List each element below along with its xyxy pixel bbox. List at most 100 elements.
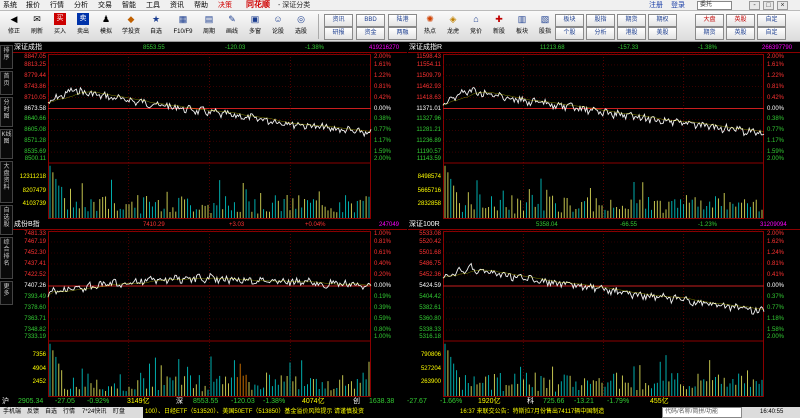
f10-button[interactable]: ▦ F10/F9 [170,12,196,41]
status-monitor[interactable]: 盯盘 [113,407,125,418]
menu-item-smart[interactable]: 智能 [122,1,136,10]
fund-flow-button[interactable]: 资金 [356,27,385,40]
news-ticker[interactable]: 100）、日经ETF（513520）、美国50ETF（513850）基金溢价风险… [143,407,458,418]
simulate-button[interactable]: ♟ 模拟 [96,12,116,41]
options-button[interactable]: 期权 [648,14,677,27]
volume-axis-label: 8207479 [22,187,46,194]
futures-market-button[interactable]: 期货 [695,27,724,40]
bbd-button[interactable]: BBD [356,14,385,27]
register-link[interactable]: 注册 [649,1,663,10]
summary-value: -120.03 [231,398,255,405]
sidebar-tab-more[interactable]: 更多 [0,281,13,305]
intraday-chart [47,53,372,219]
sidebar-tab-kline[interactable]: K线图 [0,129,13,159]
uk-stock-button[interactable]: 英股 [726,14,755,27]
status-market[interactable]: 行情 [63,407,75,418]
watchlist-button[interactable]: ★ 自选 [146,12,166,41]
volume-axis-label: 527204 [420,365,441,372]
multi-window-button[interactable]: ▣ 多窗 [245,12,265,41]
news-alert[interactable]: 16:37 来联交公告：特斯拉7月份售出74117辆中国制造 [458,407,662,418]
stock-index-button[interactable]: 股指 [586,14,615,27]
sidebar-tab-timeshare[interactable]: 分时图 [0,97,13,127]
chart-panel-sz100r[interactable]: 深证100R 5358.04 -66.55 -1.23% 31209094 55… [408,220,800,397]
menu-item-analysis[interactable]: 分析 [74,1,88,10]
price-axis-label: 11554.11 [416,61,441,68]
research-button[interactable]: 研报 [324,27,353,40]
app-logo: 同花顺 [246,0,270,9]
menu-item-help[interactable]: 帮助 [194,1,208,10]
refresh-button[interactable]: ✉ 刷新 [27,12,47,41]
status-flash-news[interactable]: 7*24快讯 [82,407,106,418]
board-button[interactable]: 板块 [555,14,584,27]
discuss-button[interactable]: ☺ 论股 [268,12,288,41]
menu-item-decision[interactable]: 决策 [218,1,232,10]
fix-button[interactable]: ◀ 修正 [4,12,24,41]
price-axis-label: 5424.59 [419,283,441,289]
analysis-button[interactable]: 分析 [586,27,615,40]
menu-item-tools[interactable]: 工具 [146,1,160,10]
summary-value: 2905.34 [18,398,44,405]
summary-value: -1.66% [440,398,463,405]
single-stock-button[interactable]: 个股 [555,27,584,40]
index-button[interactable]: ▧ 股指 [535,12,555,41]
hotspot-button[interactable]: ✺ 热点 [420,12,440,41]
futures-button[interactable]: 期货 [617,14,646,27]
uk-board-button[interactable]: 英股 [726,27,755,40]
stock-picker-button[interactable]: ◎ 选股 [291,12,311,41]
custom-button[interactable]: 自定 [757,14,786,27]
hk-connect-button[interactable]: 陆港 [388,14,417,27]
summary-value: -1.38% [263,398,286,405]
price-axis-label: 8710.05 [24,94,46,101]
menu-item-trade[interactable]: 交易 [98,1,112,10]
hk-stock-button[interactable]: 港股 [617,27,646,40]
sidebar-tab-home[interactable]: 首页 [0,71,13,95]
menu-item-news[interactable]: 资讯 [170,1,184,10]
sidebar-tab-market-info[interactable]: 大盘资料 [0,161,13,203]
chart-panel-b-index[interactable]: 成份B指 7410.29 +3.03 +0.04% 247049 7481.33… [13,220,407,397]
menu-item-system[interactable]: 系统 [3,1,17,10]
price-axis-label: 5382.61 [419,305,441,311]
sell-button[interactable]: 卖卖出 [73,12,93,41]
custom-board-button[interactable]: 自定 [757,27,786,40]
percent-axis-label: 2.00% [767,231,785,237]
sector-button[interactable]: ▥ 板块 [512,12,532,41]
market-summary-row: 沪 2905.34 -27.05 -0.92% 3149亿 深 8553.55 -120.03… [0,397,800,407]
summary-value: -0.92% [87,398,110,405]
price-axis-label: 7393.49 [24,294,46,300]
status-mobile[interactable]: 手机端 [3,407,21,418]
volume-axis-label: 263900 [420,379,441,386]
margin-button[interactable]: 两融 [388,27,417,40]
maximize-button[interactable]: □ [763,1,774,10]
new-stock-button[interactable]: ✚ 新股 [489,12,509,41]
price-axis-label: 5520.42 [419,239,441,245]
sidebar-tab-sort[interactable]: 排序 [0,45,13,69]
menu-item-quote[interactable]: 报价 [26,1,40,10]
period-button[interactable]: ▤ 周期 [199,12,219,41]
chart-panel-szci[interactable]: 深证成指 8553.55 -120.03 -1.38% 419216270 88… [13,43,407,219]
login-link[interactable]: 登录 [671,1,685,10]
price-axis-label: 7363.71 [24,316,46,322]
chart-panel-szci-r[interactable]: 深证成指R 11213.68 -157.33 -1.38% 266397790 … [408,43,800,219]
news-button[interactable]: 资讯 [324,14,353,27]
status-feedback[interactable]: 反馈 [27,407,39,418]
sidebar-tab-ranking[interactable]: 综合排名 [0,237,13,279]
status-watchlist[interactable]: 自选 [45,407,57,418]
minimize-button[interactable]: - [749,1,760,10]
code-search-input[interactable]: 代码/名称/简拼/功能 [662,407,742,418]
close-button[interactable]: × [777,1,788,10]
buy-button[interactable]: 买买入 [50,12,70,41]
auction-button[interactable]: ⌂ 竞价 [466,12,486,41]
learn-invest-button[interactable]: ◆ 学投资 [119,12,143,41]
dragon-tiger-button[interactable]: ◈ 龙虎 [443,12,463,41]
volume-axis-label: 5665716 [417,187,441,194]
percent-axis-label: 2.00% [767,54,785,60]
price-axis-label: 8813.25 [24,61,46,68]
menu-item-market[interactable]: 行情 [50,1,64,10]
entrust-box[interactable]: 委托 [697,1,732,10]
volume-axis-label: 4904 [32,365,46,372]
sidebar-tab-watchlist[interactable]: 自选股 [0,205,13,235]
draw-line-button[interactable]: ✎ 画线 [222,12,242,41]
us-stock-button[interactable]: 美股 [648,27,677,40]
intraday-chart [442,53,765,219]
market-button[interactable]: 大盘 [695,14,724,27]
